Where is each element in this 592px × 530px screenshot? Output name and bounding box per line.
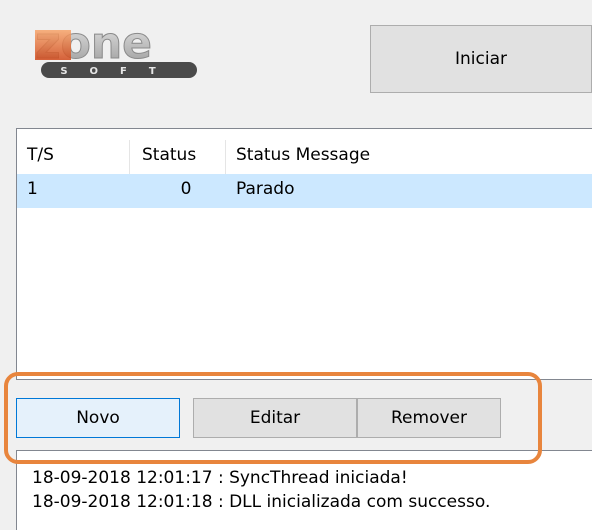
list-header: T/S Status Status Message: [17, 140, 592, 174]
start-button-label: Iniciar: [455, 49, 507, 69]
start-button[interactable]: Iniciar: [370, 25, 592, 93]
table-row[interactable]: 1 0 Parado: [17, 174, 592, 208]
sync-thread-list[interactable]: T/S Status Status Message 1 0 Parado: [16, 128, 592, 380]
row-status: 0: [180, 179, 192, 199]
column-header-ts[interactable]: T/S: [27, 145, 54, 165]
remove-button[interactable]: Remover: [357, 398, 501, 438]
edit-button[interactable]: Editar: [193, 398, 357, 438]
column-divider[interactable]: [129, 140, 130, 174]
edit-button-label: Editar: [249, 408, 301, 428]
log-line: 18-09-2018 12:01:17 : SyncThread iniciad…: [32, 468, 408, 488]
zonesoft-logo: zone SOFT: [33, 18, 205, 84]
logo-sub-text: SOFT: [60, 66, 177, 77]
column-divider[interactable]: [225, 140, 226, 174]
new-button-label: Novo: [76, 408, 120, 428]
remove-button-label: Remover: [391, 408, 467, 428]
new-button[interactable]: Novo: [16, 398, 180, 438]
column-header-status-message[interactable]: Status Message: [236, 145, 370, 165]
row-message: Parado: [236, 179, 295, 199]
column-header-status[interactable]: Status: [142, 145, 196, 165]
log-line: 18-09-2018 12:01:18 : DLL inicializada c…: [32, 492, 491, 512]
log-textbox[interactable]: 18-09-2018 12:01:17 : SyncThread iniciad…: [16, 450, 592, 530]
row-ts: 1: [27, 179, 38, 199]
